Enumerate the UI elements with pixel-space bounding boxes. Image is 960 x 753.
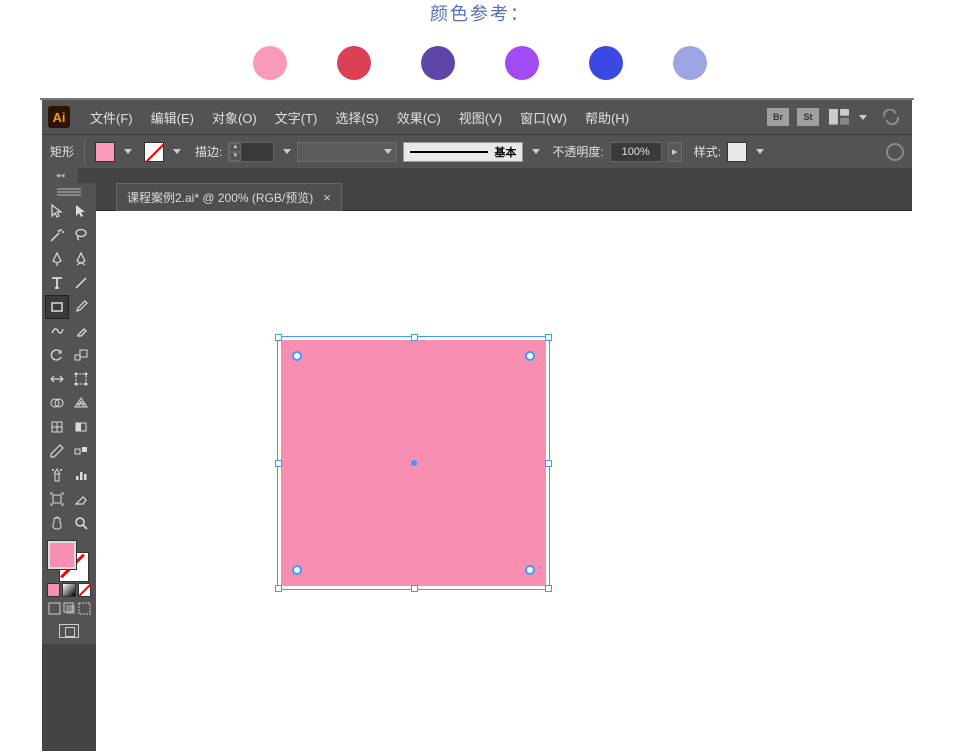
slice-tool[interactable]: [69, 487, 93, 511]
canvas[interactable]: [96, 211, 912, 751]
opacity-input[interactable]: 100%: [610, 142, 662, 162]
color-dot-4: [505, 46, 539, 80]
style-swatch[interactable]: [727, 142, 747, 162]
resize-handle-bc[interactable]: [411, 585, 418, 592]
color-dot-1: [253, 46, 287, 80]
color-dot-2: [337, 46, 371, 80]
rectangle-tool[interactable]: [45, 295, 69, 319]
fill-color-swatch[interactable]: [95, 142, 115, 162]
opacity-dropdown[interactable]: ▸: [668, 142, 682, 162]
menu-file[interactable]: 文件(F): [82, 102, 141, 133]
resize-handle-bl[interactable]: [275, 585, 282, 592]
selected-rectangle-object[interactable]: [277, 336, 550, 590]
bridge-button[interactable]: Br: [767, 108, 789, 126]
symbol-sprayer-tool[interactable]: [45, 463, 69, 487]
resize-handle-tr[interactable]: [545, 334, 552, 341]
zoom-tool[interactable]: [69, 511, 93, 535]
document-tab-title: 课程案例2.ai* @ 200% (RGB/预览): [127, 189, 313, 206]
toolbar-grip[interactable]: [42, 187, 96, 197]
artboard-tool[interactable]: [45, 487, 69, 511]
rectangle-shape[interactable]: [281, 340, 546, 586]
recolor-artwork-icon[interactable]: [886, 143, 904, 161]
resize-handle-mr[interactable]: [545, 460, 552, 467]
document-tab[interactable]: 课程案例2.ai* @ 200% (RGB/预览) ×: [116, 183, 342, 211]
direct-selection-tool[interactable]: [69, 199, 93, 223]
hand-tool[interactable]: [45, 511, 69, 535]
menu-view[interactable]: 视图(V): [451, 102, 510, 133]
selection-tool[interactable]: [45, 199, 69, 223]
shape-builder-tool[interactable]: [45, 391, 69, 415]
width-tool[interactable]: [45, 367, 69, 391]
fill-indicator[interactable]: [48, 541, 76, 569]
stroke-weight-dropdown[interactable]: [283, 149, 291, 154]
fill-stroke-indicator[interactable]: [42, 537, 96, 581]
draw-inside[interactable]: [77, 601, 91, 616]
color-mode-fill[interactable]: [47, 583, 60, 597]
resize-handle-br[interactable]: [545, 585, 552, 592]
document-close-button[interactable]: ×: [323, 190, 331, 205]
stroke-color-swatch[interactable]: [144, 142, 164, 162]
brush-dropdown[interactable]: [532, 149, 540, 154]
stroke-color-dropdown[interactable]: [173, 149, 181, 154]
fill-dropdown[interactable]: [124, 149, 132, 154]
draw-normal[interactable]: [47, 601, 61, 616]
sync-icon[interactable]: [881, 109, 901, 125]
mesh-tool[interactable]: [45, 415, 69, 439]
lasso-tool[interactable]: [69, 223, 93, 247]
type-tool[interactable]: [45, 271, 69, 295]
curvature-tool[interactable]: [69, 247, 93, 271]
rotate-tool[interactable]: [45, 343, 69, 367]
menu-object[interactable]: 对象(O): [204, 102, 265, 133]
stroke-weight-input[interactable]: ▲▼: [228, 142, 274, 162]
paintbrush-tool[interactable]: [69, 295, 93, 319]
tool-panel: [42, 183, 96, 644]
opacity-label: 不透明度:: [552, 143, 603, 160]
arrange-icon[interactable]: [829, 109, 849, 125]
scale-tool[interactable]: [69, 343, 93, 367]
menu-effect[interactable]: 效果(C): [389, 102, 449, 133]
column-graph-tool[interactable]: [69, 463, 93, 487]
brush-definition[interactable]: 基本: [403, 142, 523, 162]
control-bar: 矩形 描边: ▲▼ 基本 不透明度: 100% ▸ 样式:: [42, 134, 912, 168]
menu-type[interactable]: 文字(T): [267, 102, 326, 133]
color-reference-title: 颜色参考：: [0, 0, 960, 26]
menu-select[interactable]: 选择(S): [327, 102, 386, 133]
pen-tool[interactable]: [45, 247, 69, 271]
illustrator-window: Ai 文件(F) 编辑(E) 对象(O) 文字(T) 选择(S) 效果(C) 视…: [42, 100, 912, 751]
free-transform-tool[interactable]: [69, 367, 93, 391]
variable-width-dropdown[interactable]: [297, 142, 397, 162]
color-reference-swatches: [0, 46, 960, 80]
style-dropdown[interactable]: [756, 149, 764, 154]
color-dot-5: [589, 46, 623, 80]
color-mode-none[interactable]: [78, 583, 91, 597]
stroke-label: 描边:: [195, 143, 222, 160]
eraser-tool[interactable]: [69, 319, 93, 343]
screen-mode-button[interactable]: [42, 618, 96, 644]
style-label: 样式:: [694, 143, 721, 160]
blend-tool[interactable]: [69, 439, 93, 463]
magic-wand-tool[interactable]: [45, 223, 69, 247]
color-mode-gradient[interactable]: [62, 583, 75, 597]
toolbar-collapse[interactable]: ◂◂: [42, 168, 78, 183]
app-logo: Ai: [48, 106, 70, 128]
shape-type-label: 矩形: [50, 143, 74, 160]
color-dot-6: [673, 46, 707, 80]
menu-window[interactable]: 窗口(W): [512, 102, 575, 133]
menu-edit[interactable]: 编辑(E): [143, 102, 202, 133]
color-dot-3: [421, 46, 455, 80]
pencil-tool[interactable]: [45, 319, 69, 343]
gradient-tool[interactable]: [69, 415, 93, 439]
stock-button[interactable]: St: [797, 108, 819, 126]
menu-help[interactable]: 帮助(H): [577, 102, 637, 133]
eyedropper-tool[interactable]: [45, 439, 69, 463]
line-segment-tool[interactable]: [69, 271, 93, 295]
document-tabs: 课程案例2.ai* @ 200% (RGB/预览) ×: [96, 183, 912, 211]
perspective-grid-tool[interactable]: [69, 391, 93, 415]
draw-behind[interactable]: [62, 601, 76, 616]
menu-bar: Ai 文件(F) 编辑(E) 对象(O) 文字(T) 选择(S) 效果(C) 视…: [42, 100, 912, 134]
arrange-dropdown[interactable]: [859, 115, 867, 120]
